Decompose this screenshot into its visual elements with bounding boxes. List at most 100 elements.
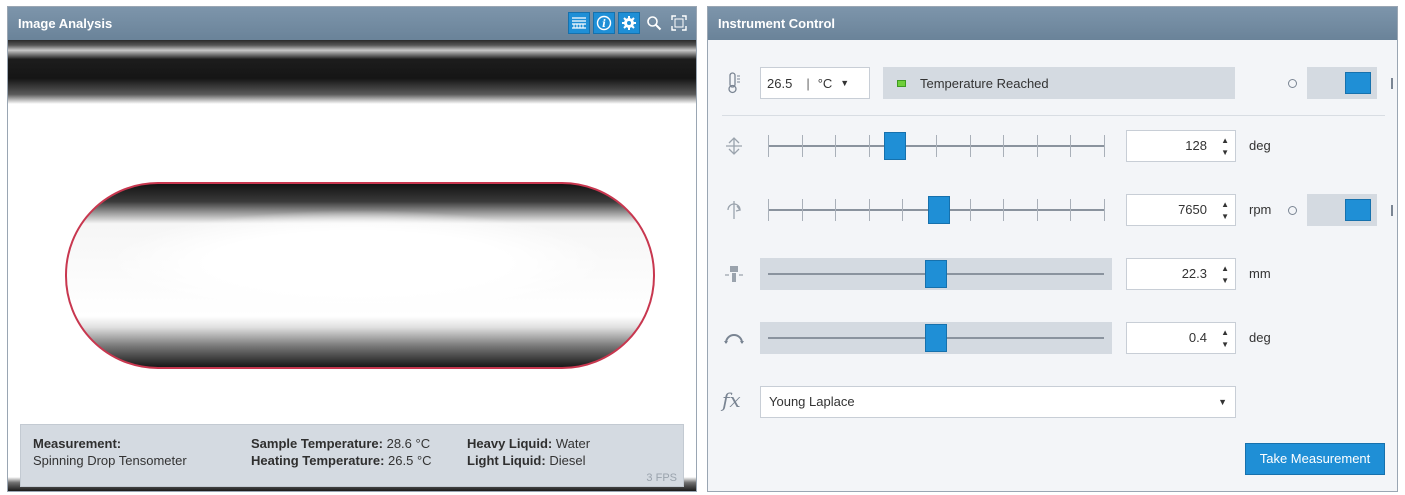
position-slider[interactable] [760,258,1112,290]
method-row: fx Young Laplace ▼ [708,382,1397,422]
divider [722,115,1385,116]
position-input[interactable]: 22.3 ▲ ▼ [1126,258,1236,290]
slider-tick [835,135,837,157]
instrument-control-panel: Instrument Control 26.5 | °C ▼ Temperatu… [707,6,1398,492]
temperature-separator: | [806,75,810,91]
chevron-up-icon[interactable]: ▲ [1221,137,1229,145]
heater-toggle[interactable] [1307,67,1377,99]
zoom-button[interactable] [643,12,665,34]
slider-thumb[interactable] [925,260,947,288]
spinner[interactable]: ▲ ▼ [1221,329,1229,349]
chevron-down-icon[interactable]: ▼ [1221,213,1229,221]
rotation-icon [722,198,746,222]
chevron-down-icon[interactable]: ▼ [1221,149,1229,157]
image-analysis-panel: Image Analysis i Measurement: Spinning D… [7,6,697,492]
speed-unit: rpm [1249,202,1272,217]
slider-tick [868,135,870,157]
temperature-status: Temperature Reached [883,67,1235,99]
chevron-up-icon[interactable]: ▲ [1221,201,1229,209]
chevron-up-icon[interactable]: ▲ [1221,265,1229,273]
angle-value: 0.4 [1188,330,1207,345]
slider-tick [835,199,837,221]
method-select[interactable]: Young Laplace ▼ [760,386,1236,418]
fps-readout: 3 FPS [646,472,677,484]
slider-thumb[interactable] [925,324,947,352]
angle-slider[interactable] [760,322,1112,354]
slider-tick [1003,135,1005,157]
slider-tick [768,135,769,157]
position-row: 22.3 ▲ ▼ mm [708,254,1397,294]
take-measurement-button[interactable]: Take Measurement [1245,443,1385,475]
thermometer-icon [722,71,746,95]
tilt-icon [722,134,746,158]
info-icon: i [596,15,612,31]
slider-tick [1104,135,1105,157]
motor-toggle-group [1288,194,1393,226]
chevron-down-icon: ▼ [840,78,850,88]
arc-icon [722,326,746,350]
image-analysis-titlebar: Image Analysis i [8,7,696,40]
temperature-value: 26.5 [767,75,793,91]
angle-row: 0.4 ▲ ▼ deg [708,318,1397,358]
heavy-liquid-value: Water [555,436,591,451]
toggle-knob [1345,72,1371,94]
chevron-up-icon[interactable]: ▲ [1221,329,1229,337]
instrument-control-title: Instrument Control [718,16,835,31]
slider-tick [1036,199,1038,221]
temperature-unit-select[interactable]: °C [818,76,833,91]
settings-button[interactable] [618,12,640,34]
temperature-input[interactable]: 26.5 | °C ▼ [760,67,870,99]
power-off-icon [1288,78,1297,88]
spinner[interactable]: ▲ ▼ [1221,137,1229,157]
slider-tick [1003,199,1005,221]
gear-icon [622,16,636,30]
spinner[interactable]: ▲ ▼ [1221,201,1229,221]
slider-tick [1104,199,1105,221]
slider-tick [936,135,937,157]
slider-tick [1070,199,1072,221]
method-selected: Young Laplace [769,394,855,409]
heating-temperature-value: 26.5 °C [388,453,432,468]
drop-image-view[interactable]: Measurement: Spinning Drop Tensometer Sa… [8,40,696,491]
motor-toggle[interactable] [1307,194,1377,226]
chevron-down-icon[interactable]: ▼ [1221,341,1229,349]
position-value: 22.3 [1181,266,1207,281]
tilt-unit: deg [1249,138,1271,153]
tilt-input[interactable]: 128 ▲ ▼ [1126,130,1236,162]
fit-screen-icon [671,15,687,31]
svg-text:i: i [602,19,606,30]
function-icon: fx [722,388,741,412]
measurement-info-box: Measurement: Spinning Drop Tensometer Sa… [20,424,684,487]
temperature-status-text: Temperature Reached [920,75,1049,91]
spinner[interactable]: ▲ ▼ [1221,265,1229,285]
slider-tick [1036,135,1038,157]
power-on-icon [1391,77,1393,89]
slider-thumb[interactable] [928,196,951,224]
power-on-icon [1391,204,1393,216]
angle-input[interactable]: 0.4 ▲ ▼ [1126,322,1236,354]
angle-unit: deg [1249,330,1271,345]
tilt-slider[interactable] [760,130,1112,162]
slider-tick [801,199,803,221]
status-led-icon [897,79,906,87]
zoom-icon [647,16,662,31]
fit-screen-button[interactable] [668,12,690,34]
position-unit: mm [1249,266,1271,281]
heater-toggle-group [1288,67,1393,99]
sample-temperature-value: 28.6 °C [386,436,431,451]
power-off-icon [1288,205,1297,215]
slider-tick [969,135,971,157]
info-button[interactable]: i [593,12,615,34]
measurement-value: Spinning Drop Tensometer [33,453,187,468]
slider-thumb[interactable] [884,132,907,160]
slider-tick [969,199,971,221]
speed-slider[interactable] [760,194,1112,226]
slider-tick [902,199,904,221]
tilt-row: 128 ▲ ▼ deg [708,126,1397,166]
ruler-button[interactable] [568,12,590,34]
chevron-down-icon[interactable]: ▼ [1221,277,1229,285]
light-liquid-value: Diesel [549,453,586,468]
speed-input[interactable]: 7650 ▲ ▼ [1126,194,1236,226]
speed-value: 7650 [1178,202,1207,217]
speed-row: 7650 ▲ ▼ rpm [708,190,1397,230]
